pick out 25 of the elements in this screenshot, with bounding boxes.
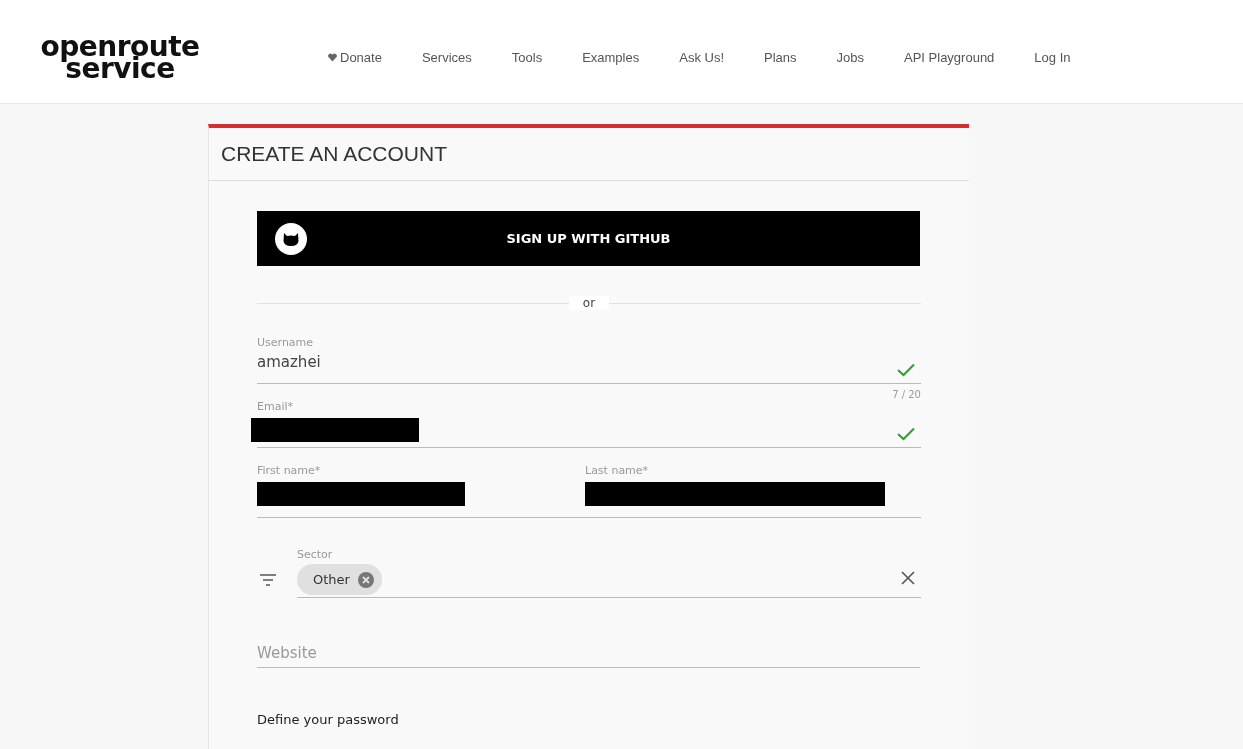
heart-icon: [328, 53, 337, 62]
nav-link[interactable]: Jobs: [836, 50, 864, 65]
nav-link[interactable]: Donate: [328, 50, 382, 65]
card-title: CREATE AN ACCOUNT: [209, 128, 969, 181]
remove-icon[interactable]: [357, 571, 374, 588]
sector-chip[interactable]: Other: [297, 564, 382, 595]
nav-link[interactable]: API Playground: [904, 50, 995, 65]
character-counter: 7 / 20: [891, 389, 921, 400]
github-signup-button[interactable]: SIGN UP WITH GITHUB: [257, 211, 920, 266]
cat-icon: [275, 223, 307, 255]
nav-link[interactable]: Tools: [511, 50, 543, 65]
nav-link[interactable]: Services: [421, 50, 472, 65]
website-field[interactable]: Website: [257, 638, 920, 668]
field-label: Last name*: [585, 464, 650, 477]
field-label: Sector: [297, 548, 334, 561]
username-field[interactable]: Username amazhei: [257, 336, 921, 384]
nav-link[interactable]: Examples: [582, 50, 640, 65]
section-heading: Define your password: [257, 712, 400, 727]
nav-link[interactable]: Plans: [764, 50, 797, 65]
nav-link[interactable]: Ask Us!: [679, 50, 724, 65]
close-icon[interactable]: [901, 571, 915, 585]
filter-icon[interactable]: [259, 574, 277, 586]
nav-link[interactable]: Log In: [1034, 50, 1071, 65]
field-label: First name*: [257, 464, 322, 477]
divider-text: or: [568, 296, 610, 310]
